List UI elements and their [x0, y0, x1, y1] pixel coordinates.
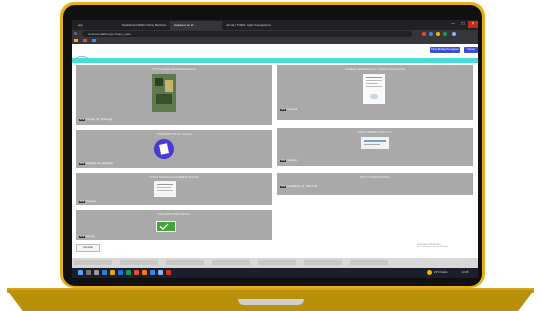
document-card: FOTO FORMULIR PENDAFTARAN FILE Formulir_0…: [76, 65, 272, 125]
document-card: TRANSKRIP NILAI / IJAZAH FILE Transkrip n…: [76, 130, 272, 168]
app-icon[interactable]: [118, 270, 123, 275]
bookmark-icon[interactable]: [82, 39, 87, 42]
watermark-subtitle: Go to Settings to activate Windows.: [417, 246, 449, 248]
card-title: BUKTI PEMBAYARAN UKT: [358, 131, 392, 134]
download-item[interactable]: [350, 260, 388, 265]
weather-text: 29°C Kabut: [434, 271, 448, 274]
download-item[interactable]: [212, 260, 250, 265]
search-icon[interactable]: [86, 270, 91, 275]
browser-tab[interactable]: Jurnal | TOEFL Ujian Kompetensi...: [222, 21, 280, 30]
browser-tab-bar: app Dashboard SIMA Online Berhitun... si…: [72, 20, 478, 30]
card-title: SURAT KETERANGAN BEBAS PINJAM: [149, 176, 199, 179]
app-icon[interactable]: [126, 270, 131, 275]
submit-button[interactable]: Kirim Berkas Pengajuan: [430, 47, 460, 53]
start-icon[interactable]: [78, 270, 83, 275]
url-input[interactable]: sinta.kemdikbud.go.id/app_ujian: [82, 31, 412, 37]
bookmark-icon[interactable]: [74, 39, 78, 42]
edge-icon[interactable]: [102, 270, 107, 275]
document-card: BUKTI PEMBAYARAN UKT FILE Bukti.jpg: [277, 128, 473, 166]
maximize-icon[interactable]: □: [458, 21, 468, 28]
back-button[interactable]: Kembali: [76, 244, 100, 252]
file-name: FILE Pendaftaran_01_1P30-9.pdf: [280, 185, 318, 188]
card-title: TOEFL/ELPT/SERTIFIKAT: [157, 213, 191, 216]
document-icon[interactable]: [154, 139, 174, 159]
laptop-notch: [238, 299, 304, 305]
reload-icon[interactable]: ↻: [74, 32, 79, 36]
document-thumbnail[interactable]: [154, 181, 176, 197]
file-name: FILE Transkrip nilai_ijazah.pdf: [79, 162, 113, 165]
document-thumbnail[interactable]: [152, 74, 176, 112]
folder-icon[interactable]: [110, 270, 115, 275]
weather-icon[interactable]: [427, 270, 432, 275]
download-item[interactable]: [258, 260, 296, 265]
page-header: [72, 44, 478, 58]
document-card: SURAT KETERANGAN BEBAS PINJAM FILE Surat.…: [76, 173, 272, 205]
card-title: LEMBAR PENGESAHAN / SURAT PENGANTAR: [344, 68, 406, 71]
app-icon[interactable]: [150, 270, 155, 275]
screen: app Dashboard SIMA Online Berhitun... si…: [72, 20, 478, 278]
file-name: FILE Surat.pdf: [280, 108, 297, 111]
minimize-icon[interactable]: –: [448, 21, 458, 28]
document-card: TOEFL/ELPT/SERTIFIKAT FILE toefl.jpg: [76, 210, 272, 240]
download-item[interactable]: [74, 260, 112, 265]
file-name: FILE Bukti.jpg: [280, 159, 297, 162]
extension-icon[interactable]: [436, 32, 440, 36]
browser-tab[interactable]: app: [74, 21, 118, 30]
document-thumbnail[interactable]: [361, 137, 389, 149]
app-icon[interactable]: [158, 270, 163, 275]
taskbar: [72, 268, 478, 278]
app-icon[interactable]: [166, 270, 171, 275]
download-item[interactable]: [166, 260, 204, 265]
download-item[interactable]: [304, 260, 342, 265]
extension-icon[interactable]: [422, 32, 426, 36]
checkmark-thumbnail[interactable]: [156, 221, 176, 232]
document-card: LEMBAR PENGESAHAN / SURAT PENGANTAR FILE…: [277, 65, 473, 120]
file-name: FILE toefl.jpg: [79, 235, 95, 238]
document-card: BUKTI PENDAFTARAN FILE Pendaftaran_01_1P3…: [277, 173, 473, 195]
bookmark-icon[interactable]: [91, 39, 96, 42]
clock[interactable]: 10:45: [462, 270, 469, 275]
task-view-icon[interactable]: [94, 270, 99, 275]
logout-button[interactable]: Keluar: [464, 47, 478, 53]
extension-icon[interactable]: [429, 32, 433, 36]
profile-avatar[interactable]: [452, 32, 456, 36]
chrome-icon[interactable]: [134, 270, 139, 275]
file-name: FILE Formulir_01_1P30-9.jpg: [79, 118, 112, 121]
card-title: FOTO FORMULIR PENDAFTARAN: [152, 68, 196, 71]
browser-tab-active[interactable]: siakad.ut.ac.id...: [170, 21, 222, 30]
extension-icon[interactable]: [443, 32, 447, 36]
download-item[interactable]: [120, 260, 158, 265]
file-name: FILE Surat.jpg: [79, 200, 96, 203]
document-thumbnail[interactable]: [363, 74, 385, 104]
close-icon[interactable]: ×: [468, 21, 478, 28]
browser-tab[interactable]: Dashboard SIMA Online Berhitun...: [118, 21, 170, 30]
header-stripe: [72, 58, 478, 63]
card-title: TRANSKRIP NILAI / IJAZAH: [156, 133, 192, 136]
firefox-icon[interactable]: [142, 270, 147, 275]
card-title: BUKTI PENDAFTARAN: [360, 176, 390, 179]
site-logo[interactable]: [76, 48, 88, 61]
